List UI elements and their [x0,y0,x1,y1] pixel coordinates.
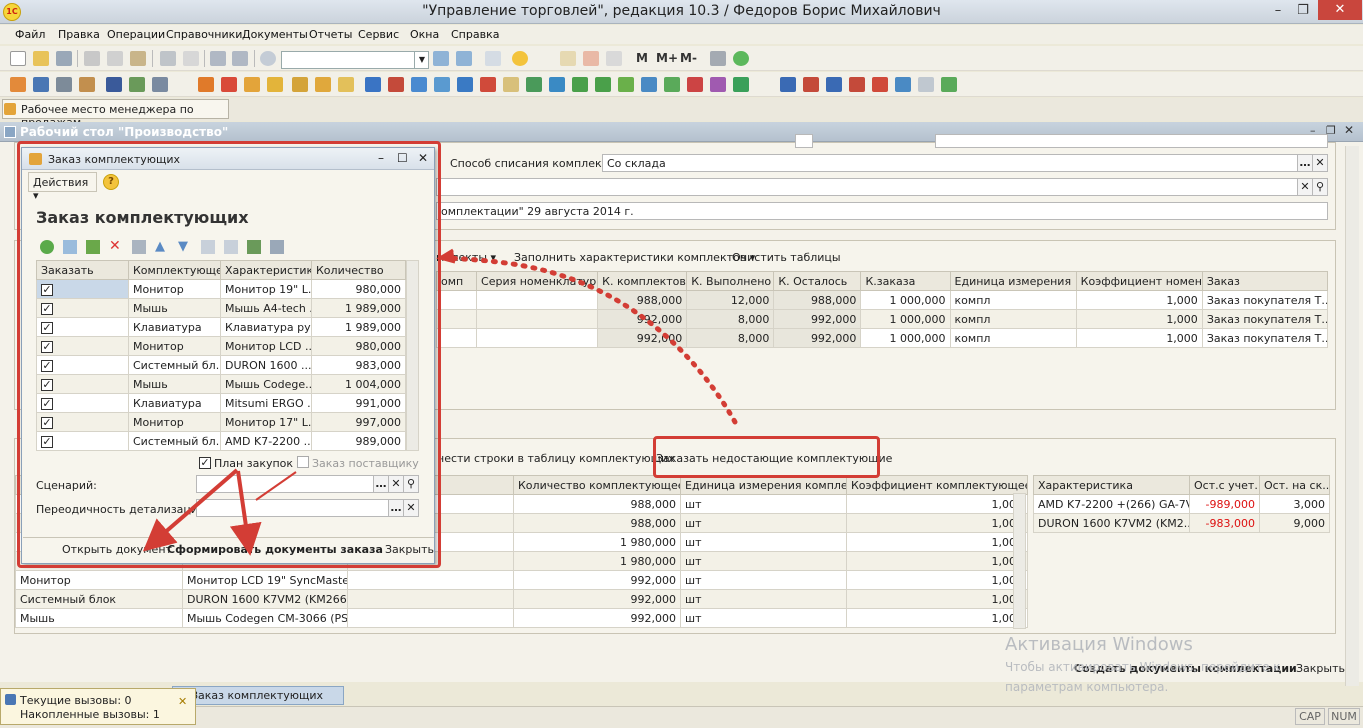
taskbar-window-button[interactable]: Заказ комплектующих [172,686,344,705]
accumulated-calls: Накопленные вызовы: 1 [20,708,160,721]
status-bar [0,706,1363,728]
caps-indicator: CAP [1295,708,1325,725]
current-calls: Текущие вызовы: 0 [20,694,132,707]
server-calls-icon [5,694,16,705]
num-indicator: NUM [1328,708,1360,725]
annotation-arrows [142,248,738,556]
calls-close-icon[interactable]: ✕ [178,695,187,708]
